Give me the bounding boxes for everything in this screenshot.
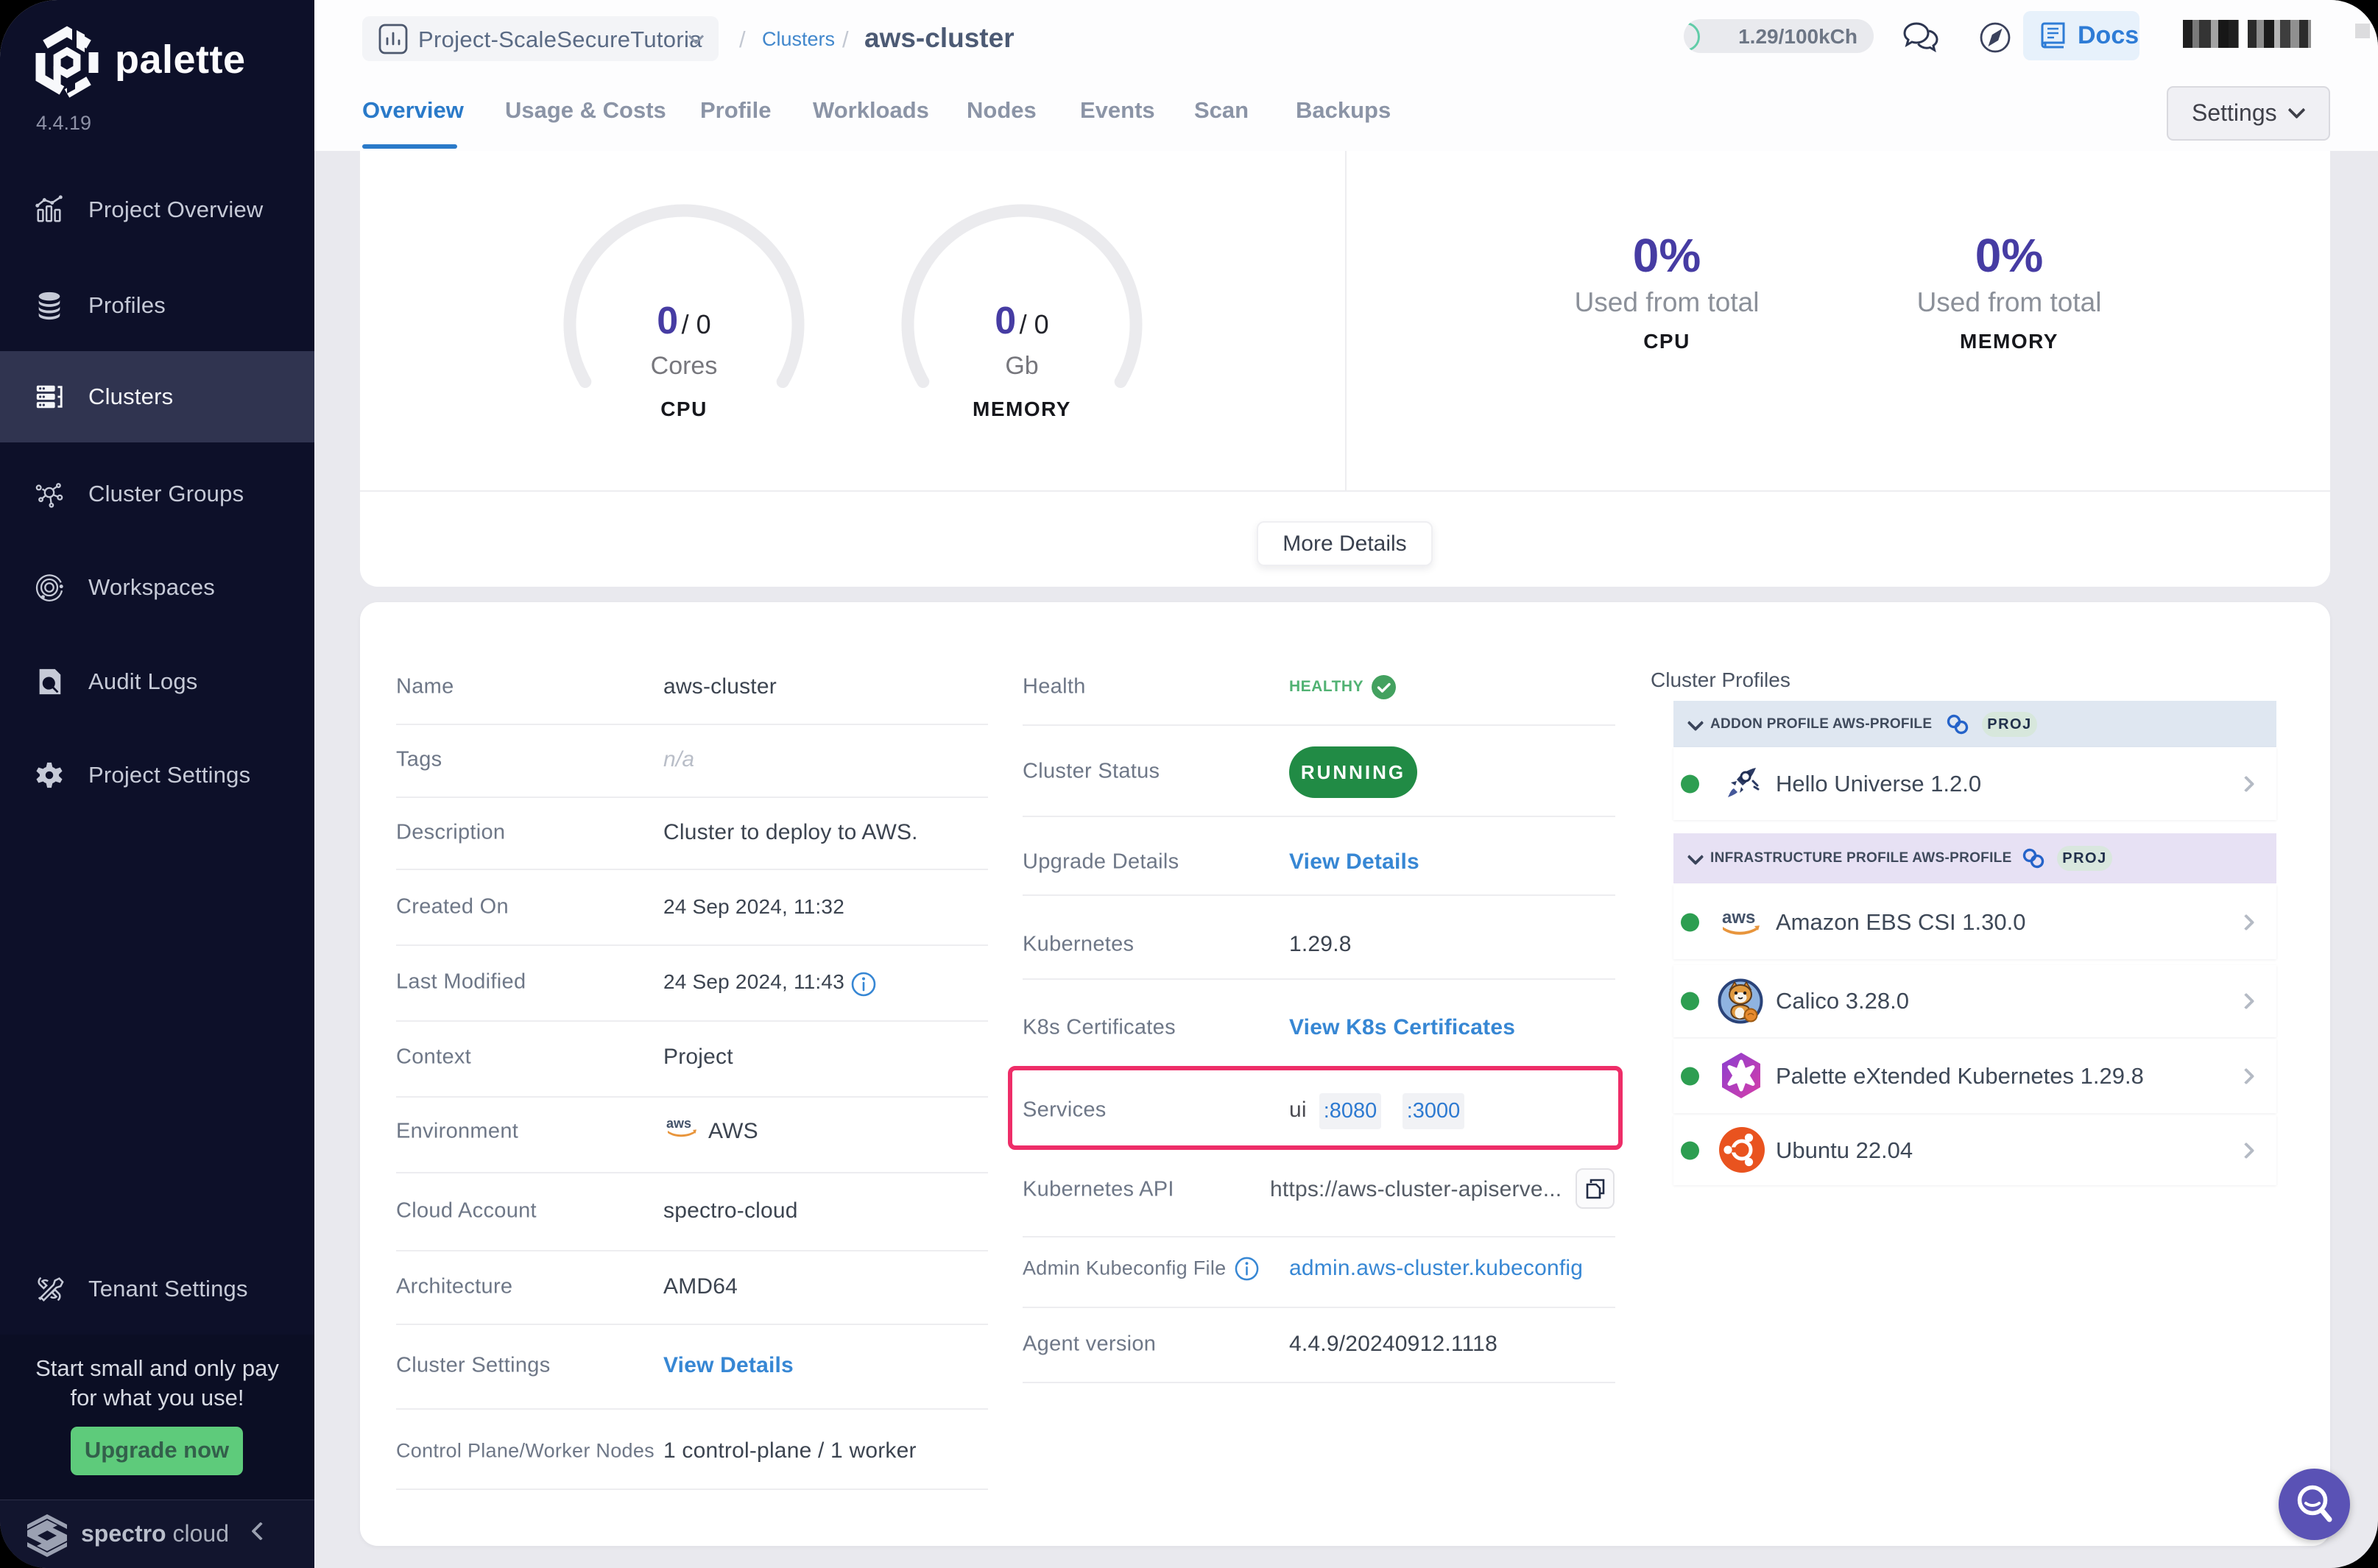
svg-text:aws: aws	[1722, 908, 1755, 928]
svg-text:aws: aws	[666, 1116, 691, 1131]
